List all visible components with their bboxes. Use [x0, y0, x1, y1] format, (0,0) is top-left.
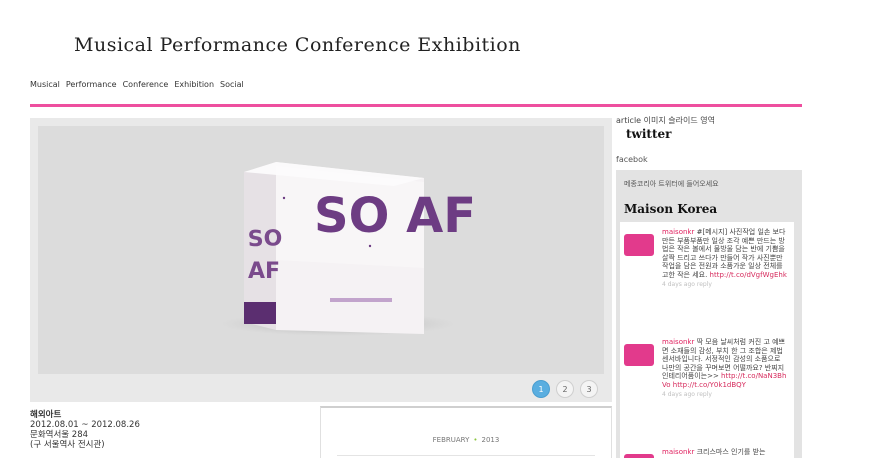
sidebar-article-label: article 이미지 슬라이드 영역: [616, 116, 715, 125]
tweet-meta[interactable]: 4 days ago reply: [662, 391, 712, 398]
soaf-book-cover-image: SO AF SO AF: [220, 162, 476, 336]
tweet-meta[interactable]: 4 days ago reply: [662, 281, 712, 288]
nav-item-performance[interactable]: Performance: [66, 80, 117, 89]
nav-item-conference[interactable]: Conference: [123, 80, 169, 89]
calendar-year[interactable]: 2013: [482, 436, 500, 444]
sidebar-facebook-label[interactable]: facebok: [616, 155, 806, 164]
event-info: 해외아트 2012.08.01 ~ 2012.08.26 문화역서울 284 (…: [30, 410, 140, 450]
calendar-header: FEBRUARY • 2013: [321, 436, 611, 444]
nav-item-exhibition[interactable]: Exhibition: [174, 80, 214, 89]
tweet-list: maisonkr #[메시지] 사진작업 일손 보다 만든 부품부품만 일상 조…: [620, 222, 794, 458]
tweet-user[interactable]: maisonkr: [662, 448, 694, 456]
calendar-widget: FEBRUARY • 2013: [320, 406, 612, 458]
calendar-divider: [337, 455, 595, 456]
sidebar-twitter-heading[interactable]: twitter: [626, 127, 806, 141]
tweet-avatar[interactable]: [624, 234, 654, 256]
twitter-widget: 메종코리아 트위터에 들어오세요 Maison Korea maisonkr #…: [616, 170, 802, 458]
sidebar: article 이미지 슬라이드 영역 twitter facebok: [616, 116, 806, 164]
image-slider: SO AF SO AF 1 2 3: [30, 118, 612, 402]
tweet-avatar[interactable]: [624, 344, 654, 366]
site-title[interactable]: Musical Performance Conference Exhibitio…: [74, 34, 521, 56]
slide-image[interactable]: SO AF SO AF: [38, 126, 604, 374]
svg-text:SO AF: SO AF: [314, 188, 476, 244]
tweet-text: maisonkr 크리스마스 인기를 받는: [662, 448, 788, 457]
nav-item-musical[interactable]: Musical: [30, 80, 60, 89]
svg-text:SO: SO: [247, 226, 282, 252]
slider-pager: 1 2 3: [532, 380, 598, 398]
event-venue: 문화역서울 284: [30, 430, 89, 440]
pager-dot-2[interactable]: 2: [556, 380, 574, 398]
pager-dot-1[interactable]: 1: [532, 380, 550, 398]
svg-text:AF: AF: [248, 259, 280, 284]
event-dates: 2012.08.01 ~ 2012.08.26: [30, 420, 140, 430]
calendar-dot-icon: •: [473, 436, 478, 444]
twitter-widget-title[interactable]: Maison Korea: [624, 202, 717, 216]
nav-item-social[interactable]: Social: [220, 80, 244, 89]
tweet-user[interactable]: maisonkr: [662, 228, 694, 236]
header-divider: [30, 104, 802, 107]
event-extra: (구 서울역사 전시관): [30, 440, 105, 450]
tweet-text: maisonkr 딱 모음 날씨처럼 커진 고 예쁘면 소재들의 감성, 부치 …: [662, 338, 788, 399]
tweet-avatar[interactable]: [624, 454, 654, 458]
tweet-link[interactable]: http://t.co/dVgfWgEhk: [710, 271, 787, 279]
twitter-widget-head: 메종코리아 트위터에 들어오세요: [624, 180, 719, 188]
tweet-user[interactable]: maisonkr: [662, 338, 694, 346]
event-title[interactable]: 해외아트: [30, 410, 140, 420]
tweet-text: maisonkr #[메시지] 사진작업 일손 보다 만든 부품부품만 일상 조…: [662, 228, 788, 289]
main-nav: Musical Performance Conference Exhibitio…: [30, 80, 244, 89]
tweet-body: 크리스마스 인기를 받는: [696, 448, 766, 456]
calendar-month[interactable]: FEBRUARY: [433, 436, 470, 444]
pager-dot-3[interactable]: 3: [580, 380, 598, 398]
